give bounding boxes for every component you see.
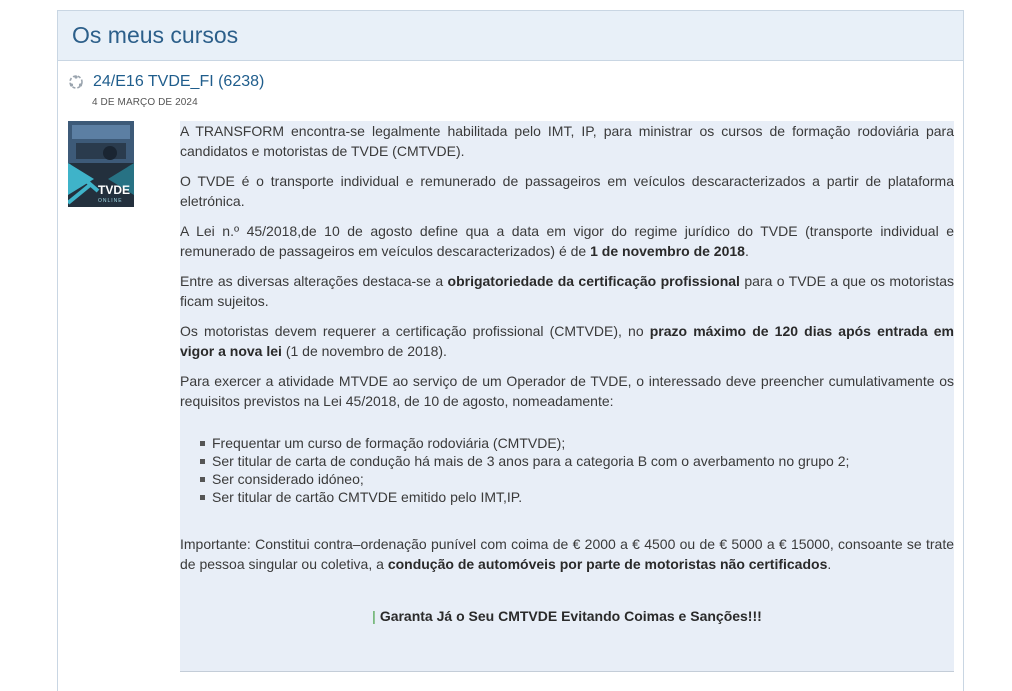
thumbnail-brand: TVDE [98,183,131,197]
panel-header: Os meus cursos [58,11,963,61]
thumbnail-sub: ONLINE [98,198,123,204]
summary-paragraph: A TRANSFORM encontra-se legalmente habil… [180,123,954,159]
panel-title: Os meus cursos [72,22,239,48]
course-summary: A TRANSFORM encontra-se legalmente habil… [180,121,954,672]
list-item: Ser considerado idóneo; [200,470,954,488]
summary-paragraph: Os motoristas devem requerer a certifica… [180,323,954,359]
cta-text: Garanta Já o Seu CMTVDE Evitando Coimas … [379,608,762,624]
summary-paragraph: Importante: Constitui contra–ordenação p… [180,536,954,572]
course-date: 4 DE MARÇO DE 2024 [92,97,198,108]
cta-bar: | [372,608,376,624]
call-to-action: | Garanta Já o Seu CMTVDE Evitando Coimas… [180,606,954,626]
list-item: Frequentar um curso de formação rodoviár… [200,434,954,452]
course-icon [68,74,84,90]
summary-paragraph: Entre as diversas alterações destaca-se … [180,273,954,309]
summary-paragraph: Para exercer a atividade MTVDE ao serviç… [180,373,954,409]
course-thumbnail[interactable]: TVDE ONLINE [68,121,134,207]
course-header: 24/E16 TVDE_FI (6238) 4 DE MARÇO DE 2024 [68,73,264,108]
course-link[interactable]: 24/E16 TVDE_FI (6238) [93,73,264,91]
course-title-row: 24/E16 TVDE_FI (6238) [68,73,264,91]
my-courses-panel: Os meus cursos 24/E16 TVDE_FI (6238) 4 D… [57,10,964,691]
summary-paragraph: O TVDE é o transporte individual e remun… [180,173,954,209]
summary-paragraph: A Lei n.º 45/2018,de 10 de agosto define… [180,223,954,259]
list-item: Ser titular de cartão CMTVDE emitido pel… [200,488,954,506]
list-item: Ser titular de carta de condução há mais… [200,452,954,470]
requirements-list: Frequentar um curso de formação rodoviár… [200,434,954,506]
